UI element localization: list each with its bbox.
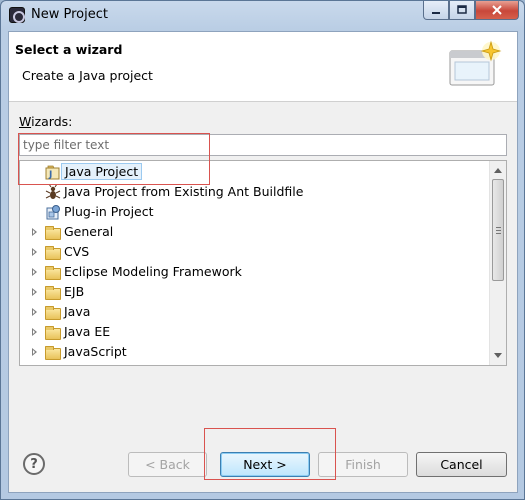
scroll-down-icon[interactable]: [494, 353, 502, 358]
banner-title: Select a wizard: [15, 42, 123, 57]
plugin-icon: [45, 204, 61, 220]
tree-item[interactable]: JavaScript: [20, 342, 490, 362]
tree-item-label: EJB: [64, 284, 85, 299]
minimize-button[interactable]: [423, 1, 449, 20]
tree-item-label: Java EE: [64, 324, 111, 339]
tree-item-label: Plug-in Project: [64, 204, 154, 219]
new-project-window: New Project Select a wizard Create a Jav…: [0, 0, 525, 500]
tree-item[interactable]: J Java Project: [20, 162, 490, 182]
cancel-button[interactable]: Cancel: [416, 452, 507, 477]
expand-arrow-icon[interactable]: [32, 328, 37, 336]
tree-item-label: Java Project from Existing Ant Buildfile: [64, 184, 304, 199]
folder-icon: [45, 224, 61, 240]
tree-item[interactable]: Plug-in Project: [20, 202, 490, 222]
tree-vertical-scrollbar[interactable]: [489, 161, 506, 365]
expand-arrow-icon[interactable]: [32, 268, 37, 276]
tree-item[interactable]: CVS: [20, 242, 490, 262]
close-button[interactable]: [475, 1, 519, 20]
expand-arrow-icon[interactable]: [32, 348, 37, 356]
back-button[interactable]: < Back: [128, 452, 207, 477]
maximize-button[interactable]: [449, 1, 475, 20]
expand-arrow-icon[interactable]: [32, 228, 37, 236]
expand-arrow-icon[interactable]: [32, 288, 37, 296]
close-icon: [492, 5, 502, 15]
window-title: New Project: [31, 7, 108, 22]
scroll-up-icon[interactable]: [494, 168, 502, 173]
title-bar[interactable]: New Project: [1, 1, 524, 30]
tree-item-label: JavaScript: [64, 344, 127, 359]
folder-icon: [45, 244, 61, 260]
minimize-icon: [432, 12, 440, 14]
new-wizard-icon: [449, 40, 502, 86]
tree-item-label: Java Project: [61, 163, 143, 180]
folder-icon: [45, 324, 61, 340]
expand-arrow-icon[interactable]: [32, 248, 37, 256]
svg-text:J: J: [48, 170, 52, 180]
tree-item[interactable]: General: [20, 222, 490, 242]
next-button[interactable]: Next >: [220, 452, 310, 477]
finish-button[interactable]: Finish: [318, 452, 408, 477]
tree-item[interactable]: Java Project from Existing Ant Buildfile: [20, 182, 490, 202]
maximize-icon: [457, 5, 467, 14]
filter-input[interactable]: [19, 134, 507, 156]
tree-item[interactable]: Java EE: [20, 322, 490, 342]
tree-item-label: CVS: [64, 244, 90, 259]
wizard-tree[interactable]: JavaScript Java EE Java EJB Eclipse Modeling…: [19, 160, 507, 366]
banner-description: Create a Java project: [22, 68, 153, 83]
folder-icon: [45, 304, 61, 320]
tree-item[interactable]: Java: [20, 302, 490, 322]
ant-icon: [45, 183, 61, 200]
help-button[interactable]: ?: [23, 453, 45, 475]
folder-icon: [45, 264, 61, 280]
wizards-label: Wizards:: [19, 114, 73, 129]
tree-item-label: Eclipse Modeling Framework: [64, 264, 242, 279]
dialog-client-area: Select a wizard Create a Java project Wi…: [8, 31, 518, 493]
java-project-icon: J: [45, 164, 61, 180]
wizard-banner: Select a wizard Create a Java project: [9, 32, 517, 102]
caption-buttons: [423, 1, 519, 20]
tree-item-label: Java: [64, 304, 91, 319]
folder-icon: [45, 344, 61, 360]
tree-item-label: General: [64, 224, 114, 239]
tree-item[interactable]: Eclipse Modeling Framework: [20, 262, 490, 282]
folder-icon: [45, 284, 61, 300]
tree-item[interactable]: EJB: [20, 282, 490, 302]
scrollbar-thumb[interactable]: [492, 179, 504, 281]
expand-arrow-icon[interactable]: [32, 308, 37, 316]
eclipse-icon: [9, 7, 25, 23]
